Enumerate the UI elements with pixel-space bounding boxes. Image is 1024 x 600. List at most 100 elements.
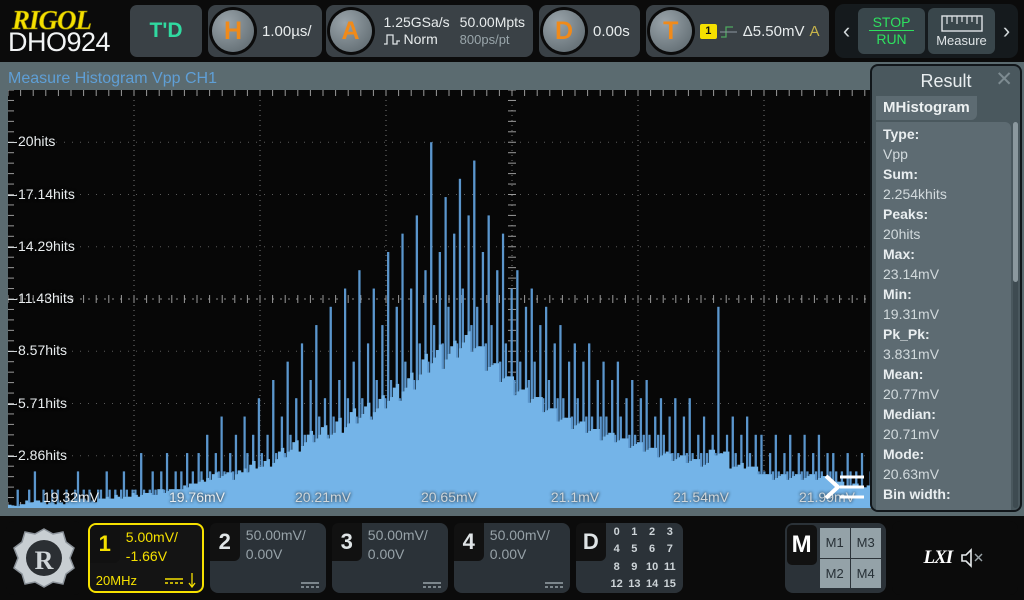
stop-label: STOP: [868, 15, 915, 31]
trigger-sweep: A: [809, 22, 820, 40]
measure-label: Measure: [936, 32, 987, 48]
y-axis-tick-label: 17.14hits: [18, 185, 75, 202]
dc-coupling-icon: [544, 582, 563, 588]
histogram-plot[interactable]: 20hits 17.14hits 14.29hits 11.43hits 8.57hit…: [8, 90, 1016, 508]
y-axis-tick-label: 11.43hits: [18, 290, 74, 306]
channel-offset: -1.66V: [125, 548, 168, 564]
math-button[interactable]: M M1 M3 M2 M4: [784, 523, 886, 593]
expand-menu-icon[interactable]: [824, 472, 866, 502]
y-axis-tick: [8, 194, 17, 196]
top-toolbar: RIGOL T'D H 1.00µs/ A 1.25GSa/s Norm 50.…: [0, 0, 1024, 62]
x-axis-tick-label: 19.32mV: [42, 489, 100, 505]
result-value: 23.14mV: [883, 266, 940, 282]
acquire-group[interactable]: A 1.25GSa/s Norm 50.00Mpts 800ps/pt: [325, 5, 534, 57]
channel-scale: 50.00mV/: [245, 527, 306, 543]
svg-text:R: R: [35, 546, 54, 575]
gear-icon: R: [12, 528, 75, 588]
function-key-bar: ‹ STOP RUN Measure ›: [835, 4, 1018, 58]
y-axis-tick-label: 2.86hits: [18, 446, 68, 463]
trigger-group[interactable]: T 1 Δ5.50mV A: [645, 5, 830, 57]
channel-button-3[interactable]: 3 50.00mV/0.00V: [331, 523, 448, 593]
digital-line[interactable]: 12: [608, 578, 626, 590]
channel-offset: 0.00V: [245, 546, 283, 562]
timebase-value: 1.00µs/: [262, 22, 312, 40]
channel-offset: 0.00V: [489, 546, 527, 562]
sample-interval: 800ps/pt: [459, 32, 510, 47]
digital-line[interactable]: 3: [661, 526, 679, 538]
x-axis-tick-label: 21.1mV: [550, 489, 600, 505]
fkey-prev-button[interactable]: ‹: [838, 18, 855, 44]
digital-line[interactable]: 6: [643, 543, 661, 555]
channel-number: 3: [331, 523, 362, 561]
digital-line[interactable]: 10: [643, 561, 661, 573]
digital-line[interactable]: 2: [643, 526, 661, 538]
horizontal-timebase-group[interactable]: H 1.00µs/: [208, 5, 322, 57]
delay-knob-icon[interactable]: D: [543, 10, 586, 52]
dc-coupling-icon: [422, 582, 441, 588]
result-value: 20.77mV: [883, 386, 940, 402]
result-title: Result: [920, 70, 972, 91]
result-value: 2.254khits: [883, 186, 947, 202]
result-key: Type:: [883, 126, 920, 142]
result-key: Max:: [883, 246, 915, 262]
acquire-knob-icon[interactable]: A: [329, 10, 372, 52]
x-axis-tick-label: 20.65mV: [420, 489, 478, 505]
channel-button-2[interactable]: 2 50.00mV/0.00V: [209, 523, 326, 593]
result-scrollbar[interactable]: [1013, 122, 1018, 508]
math-cell-m1[interactable]: M1: [819, 528, 850, 558]
result-scroll-thumb[interactable]: [1013, 122, 1018, 282]
channel-coupling: [300, 580, 320, 590]
digital-line[interactable]: 8: [608, 561, 626, 573]
fkey-next-button[interactable]: ›: [998, 18, 1015, 44]
channel-values: 50.00mV/0.00V: [490, 526, 550, 564]
trigger-knob-icon[interactable]: T: [649, 10, 692, 52]
result-value: Vpp: [883, 146, 908, 162]
digital-line[interactable]: 14: [643, 578, 661, 590]
result-tab-mhistogram[interactable]: MHistogram: [876, 96, 977, 120]
result-panel-header: Result ✕: [872, 66, 1020, 96]
digital-line[interactable]: 0: [608, 526, 626, 538]
digital-line[interactable]: 15: [661, 578, 679, 590]
memory-depth: 50.00Mpts: [459, 14, 526, 30]
digital-line[interactable]: 7: [661, 543, 679, 555]
channel-button-1[interactable]: 1 5.00mV/ -1.66V 20MHz: [87, 523, 204, 593]
channel-number: 4: [453, 523, 484, 561]
result-value: 20.71mV: [883, 426, 940, 442]
y-axis-tick: [8, 299, 17, 300]
math-label: M: [786, 525, 817, 565]
digital-line[interactable]: 1: [626, 526, 644, 538]
result-panel[interactable]: Result ✕ MHistogram Type: Vpp Sum: 2.254khi…: [870, 64, 1022, 512]
channel-scale: 5.00mV/: [125, 529, 178, 545]
acquire-right-block: 50.00Mpts 800ps/pt: [460, 14, 525, 48]
channel-footer: [460, 580, 564, 590]
digital-line[interactable]: 13: [626, 578, 644, 590]
lxi-status-area[interactable]: LXI: [891, 521, 1018, 595]
digital-line[interactable]: 4: [608, 543, 626, 555]
delay-group[interactable]: D 0.00s: [539, 5, 640, 57]
digital-channels-button[interactable]: D 0 1 2 3 4 5 6 7 8 9 10 11 12 13 14 15: [575, 523, 683, 593]
digital-line[interactable]: 9: [626, 561, 644, 573]
horizontal-knob-icon[interactable]: H: [212, 10, 254, 52]
y-axis-tick: [8, 455, 17, 457]
channel-scale: 50.00mV/: [367, 527, 428, 543]
math-cell-m2[interactable]: M2: [819, 558, 850, 588]
result-value: 20.63mV: [883, 466, 940, 482]
invert-arrow-icon: [188, 573, 196, 588]
rising-edge-icon: [719, 25, 737, 38]
math-cell-m3[interactable]: M3: [850, 528, 881, 558]
math-cell-m4[interactable]: M4: [850, 558, 881, 588]
close-icon[interactable]: ✕: [995, 69, 1013, 91]
digital-line-grid: 0 1 2 3 4 5 6 7 8 9 10 11 12 13 14 15: [608, 526, 679, 590]
waveform-icon: [383, 34, 400, 45]
channel-button-4[interactable]: 4 50.00mV/0.00V: [453, 523, 570, 593]
channel-footer: 20MHz: [96, 573, 196, 588]
channel-buttons: 1 5.00mV/-1.66V 20MHz 2 50.00mV/0.00V 3 50.00m…: [87, 523, 570, 593]
utility-gear-button[interactable]: R: [6, 521, 82, 595]
mute-icon[interactable]: [960, 548, 986, 568]
digital-line[interactable]: 5: [626, 543, 644, 555]
stop-run-button[interactable]: STOP RUN: [858, 8, 925, 54]
digital-line[interactable]: 11: [661, 561, 679, 573]
measure-button[interactable]: Measure: [928, 8, 995, 54]
y-axis-tick: [8, 403, 17, 405]
channel-coupling: [422, 580, 442, 590]
